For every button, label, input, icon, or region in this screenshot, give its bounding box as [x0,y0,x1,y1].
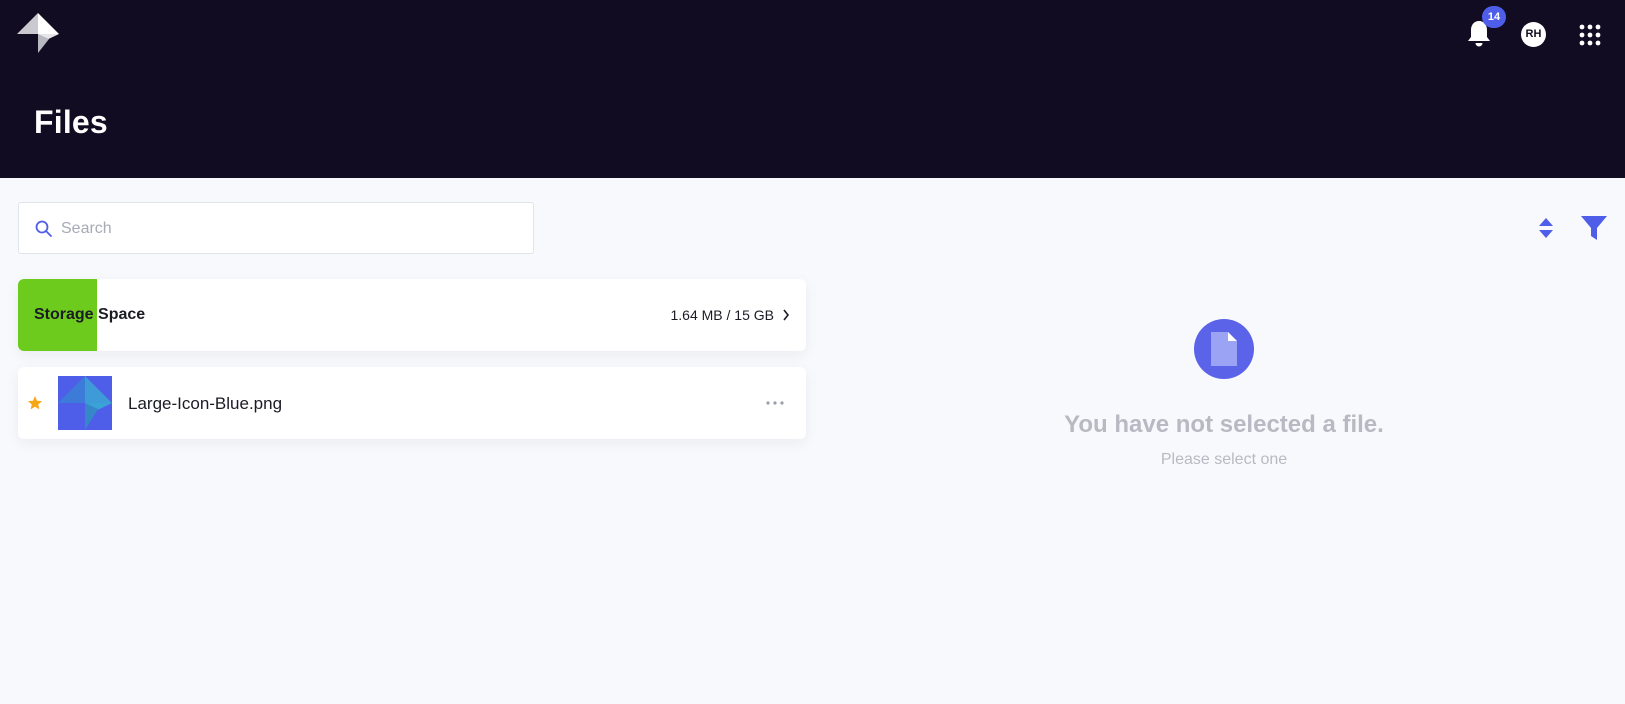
chevron-right-icon [783,309,790,321]
sort-icon[interactable] [1536,216,1556,240]
file-row[interactable]: Large-Icon-Blue.png [18,367,806,439]
storage-space-card[interactable]: Storage Space 1.64 MB / 15 GB [18,279,806,351]
notification-badge: 14 [1482,6,1506,28]
search-input[interactable] [59,203,523,255]
file-placeholder-icon [1194,319,1254,379]
page-title: Files [34,104,108,140]
search-icon [35,220,52,237]
search-box [18,202,534,255]
empty-state-title: You have not selected a file. [1064,411,1384,438]
storage-label: Storage Space [34,306,146,323]
file-name[interactable]: Large-Icon-Blue.png [128,394,282,414]
app-logo-icon[interactable] [17,13,59,55]
file-thumbnail [58,376,112,430]
document-icon [1211,332,1237,366]
grid-icon[interactable] [1579,24,1601,46]
empty-state-subtitle: Please select one [1160,451,1288,468]
avatar[interactable]: RH [1521,22,1546,47]
star-icon[interactable] [27,395,43,411]
storage-usage-text: 1.64 MB / 15 GB [670,307,775,323]
top-bar: Files 14 RH [0,0,1625,178]
more-options-icon[interactable] [764,393,786,413]
filter-icon[interactable] [1580,214,1608,242]
